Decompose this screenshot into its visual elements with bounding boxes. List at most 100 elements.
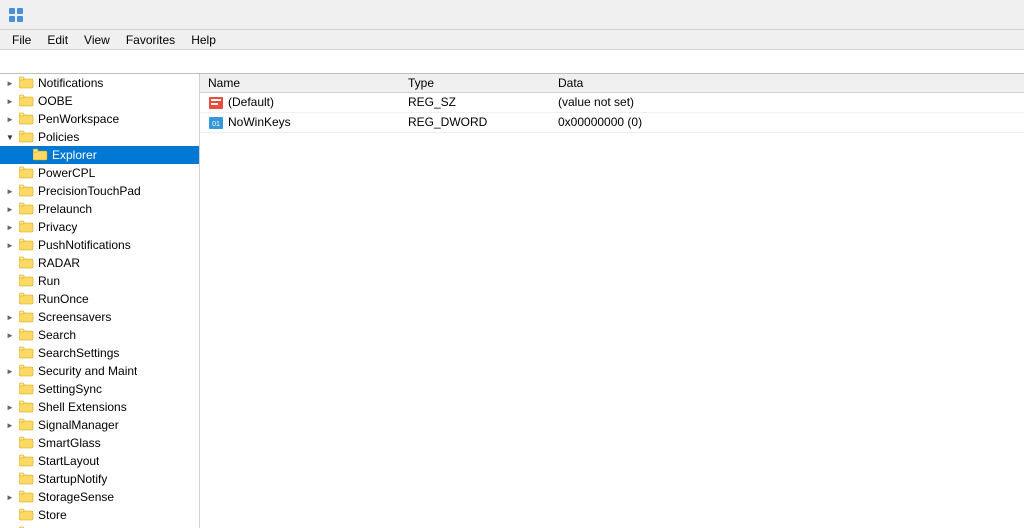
folder-icon-startupnotify [19, 472, 35, 486]
reg-icon-default [208, 96, 224, 110]
tree-label-penworkspace: PenWorkspace [38, 112, 119, 126]
folder-icon-storagesense [19, 490, 35, 504]
tree-label-policies: Policies [38, 130, 79, 144]
tree-label-signalmanager: SignalManager [38, 418, 119, 432]
tree-item-signalmanager[interactable]: ► SignalManager [0, 416, 199, 434]
tree-item-shellextensions[interactable]: ► Shell Extensions [0, 398, 199, 416]
tree-panel[interactable]: ► Notifications► OOBE► PenWorkspace▼ Pol… [0, 74, 200, 528]
tree-item-taskflow[interactable]: ► TaskFlow [0, 524, 199, 528]
tree-arrow-policies[interactable]: ▼ [4, 131, 16, 143]
tree-arrow-storagesense[interactable]: ► [4, 491, 16, 503]
folder-icon-notifications [19, 76, 35, 90]
folder-icon-smartglass [19, 436, 35, 450]
folder-icon-radar [19, 256, 35, 270]
tree-item-explorer[interactable]: ► Explorer [0, 146, 199, 164]
menu-item-favorites[interactable]: Favorites [118, 31, 183, 49]
tree-item-screensavers[interactable]: ► Screensavers [0, 308, 199, 326]
close-button[interactable] [970, 0, 1016, 30]
tree-arrow-privacy[interactable]: ► [4, 221, 16, 233]
tree-label-powercpl: PowerCPL [38, 166, 95, 180]
tree-item-startlayout[interactable]: ► StartLayout [0, 452, 199, 470]
folder-icon-prelaunch [19, 202, 35, 216]
tree-arrow-precisiontouchpad[interactable]: ► [4, 185, 16, 197]
cell-data-default: (value not set) [550, 93, 1024, 113]
tree-item-pushnotifications[interactable]: ► PushNotifications [0, 236, 199, 254]
tree-item-smartglass[interactable]: ► SmartGlass [0, 434, 199, 452]
folder-icon-searchsettings [19, 346, 35, 360]
tree-arrow-screensavers[interactable]: ► [4, 311, 16, 323]
folder-icon-precisiontouchpad [19, 184, 35, 198]
table-row-default[interactable]: (Default)REG_SZ(value not set) [200, 93, 1024, 113]
tree-arrow-oobe[interactable]: ► [4, 95, 16, 107]
tree-item-run[interactable]: ► Run [0, 272, 199, 290]
tree-item-notifications[interactable]: ► Notifications [0, 74, 199, 92]
tree-arrow-signalmanager[interactable]: ► [4, 419, 16, 431]
minimize-button[interactable] [878, 0, 924, 30]
tree-label-settingsync: SettingSync [38, 382, 102, 396]
tree-item-store[interactable]: ► Store [0, 506, 199, 524]
folder-icon-pushnotifications [19, 238, 35, 252]
tree-label-smartglass: SmartGlass [38, 436, 101, 450]
tree-label-screensavers: Screensavers [38, 310, 111, 324]
tree-arrow-pushnotifications[interactable]: ► [4, 239, 16, 251]
table-header-data[interactable]: Data [550, 74, 1024, 93]
tree-label-pushnotifications: PushNotifications [38, 238, 131, 252]
tree-label-searchsettings: SearchSettings [38, 346, 119, 360]
tree-label-store: Store [38, 508, 67, 522]
table-row-nowinkeys[interactable]: 01 NoWinKeysREG_DWORD0x00000000 (0) [200, 112, 1024, 132]
tree-arrow-prelaunch[interactable]: ► [4, 203, 16, 215]
cell-name-nowinkeys: 01 NoWinKeys [200, 112, 400, 132]
tree-item-runonce[interactable]: ► RunOnce [0, 290, 199, 308]
tree-item-oobe[interactable]: ► OOBE [0, 92, 199, 110]
tree-label-explorer: Explorer [52, 148, 97, 162]
tree-item-searchsettings[interactable]: ► SearchSettings [0, 344, 199, 362]
tree-label-privacy: Privacy [38, 220, 77, 234]
tree-item-prelaunch[interactable]: ► Prelaunch [0, 200, 199, 218]
menu-item-help[interactable]: Help [183, 31, 224, 49]
tree-arrow-search[interactable]: ► [4, 329, 16, 341]
maximize-button[interactable] [924, 0, 970, 30]
tree-label-startlayout: StartLayout [38, 454, 99, 468]
tree-arrow-shellextensions[interactable]: ► [4, 401, 16, 413]
tree-arrow-penworkspace[interactable]: ► [4, 113, 16, 125]
tree-item-powercpl[interactable]: ► PowerCPL [0, 164, 199, 182]
table-header-type[interactable]: Type [400, 74, 550, 93]
menu-item-edit[interactable]: Edit [39, 31, 76, 49]
folder-icon-settingsync [19, 382, 35, 396]
tree-item-privacy[interactable]: ► Privacy [0, 218, 199, 236]
tree-label-precisiontouchpad: PrecisionTouchPad [38, 184, 141, 198]
folder-icon-signalmanager [19, 418, 35, 432]
folder-icon-startlayout [19, 454, 35, 468]
tree-label-shellextensions: Shell Extensions [38, 400, 127, 414]
folder-icon-policies [19, 130, 35, 144]
tree-arrow-notifications[interactable]: ► [4, 77, 16, 89]
menu-item-file[interactable]: File [4, 31, 39, 49]
tree-item-search[interactable]: ► Search [0, 326, 199, 344]
folder-icon-shellextensions [19, 400, 35, 414]
tree-item-securityandmaint[interactable]: ► Security and Maint [0, 362, 199, 380]
tree-item-penworkspace[interactable]: ► PenWorkspace [0, 110, 199, 128]
tree-label-notifications: Notifications [38, 76, 103, 90]
folder-icon-oobe [19, 94, 35, 108]
tree-item-storagesense[interactable]: ► StorageSense [0, 488, 199, 506]
menu-item-view[interactable]: View [76, 31, 118, 49]
tree-label-prelaunch: Prelaunch [38, 202, 92, 216]
svg-text:01: 01 [212, 121, 220, 128]
tree-item-settingsync[interactable]: ► SettingSync [0, 380, 199, 398]
tree-arrow-securityandmaint[interactable]: ► [4, 365, 16, 377]
cell-type-default: REG_SZ [400, 93, 550, 113]
main-content: ► Notifications► OOBE► PenWorkspace▼ Pol… [0, 74, 1024, 528]
tree-item-radar[interactable]: ► RADAR [0, 254, 199, 272]
cell-data-nowinkeys: 0x00000000 (0) [550, 112, 1024, 132]
folder-icon-explorer [33, 148, 49, 162]
tree-label-radar: RADAR [38, 256, 80, 270]
table-header-name[interactable]: Name [200, 74, 400, 93]
tree-item-precisiontouchpad[interactable]: ► PrecisionTouchPad [0, 182, 199, 200]
title-bar [0, 0, 1024, 30]
tree-item-startupnotify[interactable]: ► StartupNotify [0, 470, 199, 488]
tree-item-policies[interactable]: ▼ Policies [0, 128, 199, 146]
tree-label-oobe: OOBE [38, 94, 73, 108]
tree-label-startupnotify: StartupNotify [38, 472, 107, 486]
tree-label-runonce: RunOnce [38, 292, 89, 306]
folder-icon-powercpl [19, 166, 35, 180]
